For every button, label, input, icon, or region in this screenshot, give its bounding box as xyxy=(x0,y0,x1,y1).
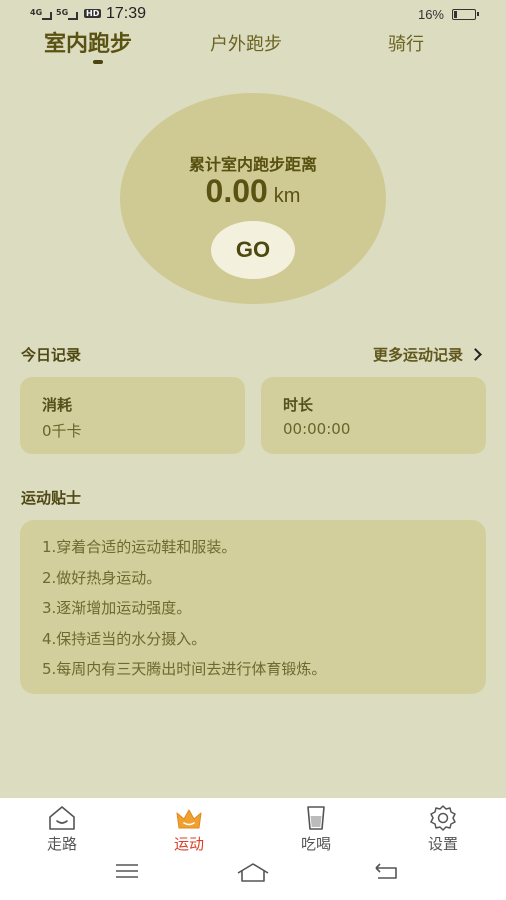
signal-bars-icon xyxy=(42,12,52,20)
battery-icon xyxy=(452,9,479,20)
duration-card: 时长 00:00:00 xyxy=(261,377,486,454)
top-tabs: 室内跑步 户外跑步 骑行 xyxy=(0,26,506,66)
nav-settings[interactable]: 设置 xyxy=(403,804,483,854)
clock: 17:39 xyxy=(106,5,147,22)
calories-value: 0千卡 xyxy=(42,422,82,440)
house-smile-icon xyxy=(49,806,75,830)
more-records-label: 更多运动记录 xyxy=(372,346,463,364)
more-records-link[interactable]: 更多运动记录 xyxy=(372,344,482,365)
duration-value: 00:00:00 xyxy=(283,420,351,438)
back-icon[interactable] xyxy=(372,862,400,882)
nav-exercise[interactable]: 运动 xyxy=(149,804,229,854)
signal-4g: 4G xyxy=(30,8,43,17)
tab-indoor-running[interactable]: 室内跑步 xyxy=(44,26,132,58)
calories-title: 消耗 xyxy=(42,396,73,414)
cup-icon xyxy=(307,806,325,830)
tips-box: 1.穿着合适的运动鞋和服装。 2.做好热身运动。 3.逐渐增加运动强度。 4.保… xyxy=(20,520,486,694)
nav-settings-label: 设置 xyxy=(427,835,458,853)
battery-percent: 16% xyxy=(417,7,444,22)
nav-exercise-label: 运动 xyxy=(173,835,204,853)
nav-food-drink-label: 吃喝 xyxy=(300,835,331,853)
hd-icon: HD xyxy=(84,9,102,18)
gear-icon xyxy=(430,805,456,831)
bottom-navigation: 走路 运动 吃喝 设置 xyxy=(0,798,506,900)
tip-item: 4.保持适当的水分摄入。 xyxy=(42,629,207,648)
home-icon[interactable] xyxy=(236,862,270,884)
menu-icon[interactable] xyxy=(114,862,140,880)
today-record-title: 今日记录 xyxy=(21,346,82,364)
distance-unit: km xyxy=(273,185,301,207)
tips-title: 运动贴士 xyxy=(21,489,82,507)
distance-summary: 累计室内跑步距离 0.00 km GO xyxy=(120,93,386,304)
tip-item: 5.每周内有三天腾出时间去进行体育锻炼。 xyxy=(42,660,327,678)
nav-food-drink[interactable]: 吃喝 xyxy=(276,804,356,854)
tab-cycling[interactable]: 骑行 xyxy=(388,30,424,56)
distance-display: 0.00 km xyxy=(120,173,386,210)
signal-bars-icon xyxy=(68,12,78,20)
duration-title: 时长 xyxy=(283,396,314,414)
signal-5g: 5G xyxy=(56,8,69,17)
calories-card: 消耗 0千卡 xyxy=(20,377,245,454)
nav-walk-label: 走路 xyxy=(46,835,77,853)
distance-value: 0.00 xyxy=(205,173,268,209)
go-button[interactable]: GO xyxy=(211,221,295,279)
tip-item: 2.做好热身运动。 xyxy=(42,568,162,587)
tip-item: 3.逐渐增加运动强度。 xyxy=(42,599,192,617)
chevron-right-icon xyxy=(469,348,482,361)
crown-icon xyxy=(176,809,202,829)
summary-title: 累计室内跑步距离 xyxy=(188,155,317,174)
tip-item: 1.穿着合适的运动鞋和服装。 xyxy=(42,538,237,556)
tab-outdoor-running[interactable]: 户外跑步 xyxy=(210,30,282,56)
nav-walk[interactable]: 走路 xyxy=(22,804,102,854)
active-tab-indicator xyxy=(93,60,103,64)
